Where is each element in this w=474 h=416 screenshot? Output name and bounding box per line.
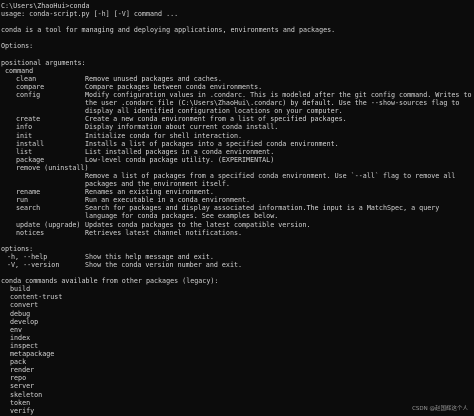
command-description: Remove unused packages and caches. [85, 74, 222, 83]
command-name: clean [16, 74, 37, 83]
command-row: init Initialize conda for shell interacti… [1, 132, 474, 140]
legacy-command: server [10, 382, 35, 391]
legacy-command: debug [10, 309, 31, 318]
command-name: package [16, 155, 45, 164]
command-description: Search for packages and display associat… [85, 204, 440, 213]
command-description: Compare packages between conda environme… [85, 82, 263, 91]
command-name: update (upgrade) [16, 220, 81, 229]
command-description: Remove a list of packages from a specifi… [85, 171, 456, 180]
legacy-command: content-trust [10, 293, 63, 302]
command-name: rename [16, 188, 41, 197]
option-flag: -V, --version [7, 261, 60, 269]
command-row: config Modify configuration values in .co… [1, 91, 474, 99]
command-row: update (upgrade) Updates conda packages t… [1, 221, 474, 229]
command-name: init [16, 131, 33, 140]
command-description: packages and the environment itself. [85, 180, 230, 189]
command-description: Renames an existing environment. [85, 188, 214, 197]
legacy-command: convert [10, 301, 39, 310]
command-name: list [16, 147, 33, 156]
command-description: language for conda packages. See example… [85, 212, 279, 221]
legacy-command: index [10, 333, 31, 342]
command-name: notices [16, 228, 45, 237]
watermark: CSDN @赵国辉这个人 [412, 406, 468, 412]
command-name: compare [16, 82, 45, 91]
command-description: Display information about current conda … [85, 123, 279, 132]
command-name: config [16, 91, 41, 100]
option-description: Show this help message and exit. [85, 252, 214, 261]
command-row: clean Remove unused packages and caches. [1, 75, 474, 83]
intro-line: conda is a tool for managing and deployi… [1, 26, 336, 35]
legacy-command: env [10, 325, 23, 334]
command-name: search [16, 204, 41, 213]
legacy-command: metapackage [10, 350, 55, 359]
command-description: Retrieves latest channel notifications. [85, 228, 243, 237]
command-description: List installed packages in a conda envir… [85, 147, 275, 156]
command-row: create Create a new conda environment fro… [1, 115, 474, 123]
usage-line: usage: conda-script.py [-h] [-V] command… [1, 10, 179, 19]
positional-header: positional arguments: [1, 58, 86, 67]
command-name: info [16, 123, 33, 132]
option-description: Show the conda version number and exit. [85, 261, 243, 269]
option-flag: -h, --help [7, 252, 48, 261]
prompt-line: C:\Users\ZhaoHui>conda [1, 2, 90, 10]
command-description: display all identified configuration loc… [85, 107, 343, 116]
legacy-command-list: build content-trust convert debug develop env… [1, 285, 474, 415]
command-row: rename Renames an existing environment. [1, 188, 474, 196]
command-description: Create a new conda environment from a li… [85, 115, 347, 124]
command-description: Low-level conda package utility. (EXPERI… [85, 155, 275, 164]
command-row-continuation: display all identified configuration loc… [1, 107, 474, 115]
command-description: Run an executable in a conda environment… [85, 196, 251, 205]
command-name: install [16, 139, 45, 148]
legacy-command: render [10, 366, 35, 375]
command-row: install Installs a list of packages into … [1, 140, 474, 148]
option-row: -h, --help Show this help message and exi… [1, 253, 474, 261]
command-row-continuation: Remove a list of packages from a specifi… [1, 172, 474, 180]
command-row-continuation: packages and the environment itself. [1, 180, 474, 188]
legacy-command: repo [10, 374, 27, 383]
options-header-top: Options: [1, 42, 34, 51]
legacy-command: inspect [10, 341, 39, 350]
option-list: -h, --help Show this help message and exi… [1, 253, 474, 269]
command-row: package Low-level conda package utility. … [1, 156, 474, 164]
command-name: create [16, 115, 41, 124]
command-description: Updates conda packages to the latest com… [85, 220, 311, 229]
legacy-command: skeleton [10, 390, 43, 399]
options-header: options: [1, 244, 34, 253]
command-description: Initialize conda for shell interaction. [85, 131, 243, 140]
command-row: run Run an executable in a conda environm… [1, 196, 474, 204]
legacy-command: verify [10, 406, 35, 415]
command-label: command [5, 66, 34, 75]
legacy-header: conda commands available from other pack… [1, 277, 219, 286]
command-row-continuation: the user .condarc file (C:\Users\ZhaoHui… [1, 99, 474, 107]
command-description: the user .condarc file (C:\Users\ZhaoHui… [85, 99, 460, 108]
command-row: remove (uninstall) [1, 164, 474, 172]
command-description: Modify configuration values in .condarc.… [85, 91, 472, 100]
command-row: info Display information about current co… [1, 123, 474, 131]
legacy-command: token [10, 398, 31, 407]
command-row: compare Compare packages between conda en… [1, 83, 474, 91]
command-name: remove (uninstall) [16, 163, 89, 172]
command-row: search Search for packages and display as… [1, 204, 474, 212]
command-row: notices Retrieves latest channel notifica… [1, 229, 474, 237]
command-row: list List installed packages in a conda e… [1, 148, 474, 156]
option-row: -V, --version Show the conda version numb… [1, 261, 474, 269]
legacy-command: pack [10, 358, 27, 367]
command-name: run [16, 196, 29, 205]
command-list: clean Remove unused packages and caches. c… [1, 75, 474, 237]
command-description: Installs a list of packages into a speci… [85, 139, 339, 148]
command-row-continuation: language for conda packages. See example… [1, 212, 474, 220]
legacy-command: build [10, 285, 31, 294]
legacy-command: develop [10, 317, 39, 326]
terminal-window[interactable]: C:\Users\ZhaoHui>conda usage: conda-scri… [0, 0, 474, 416]
